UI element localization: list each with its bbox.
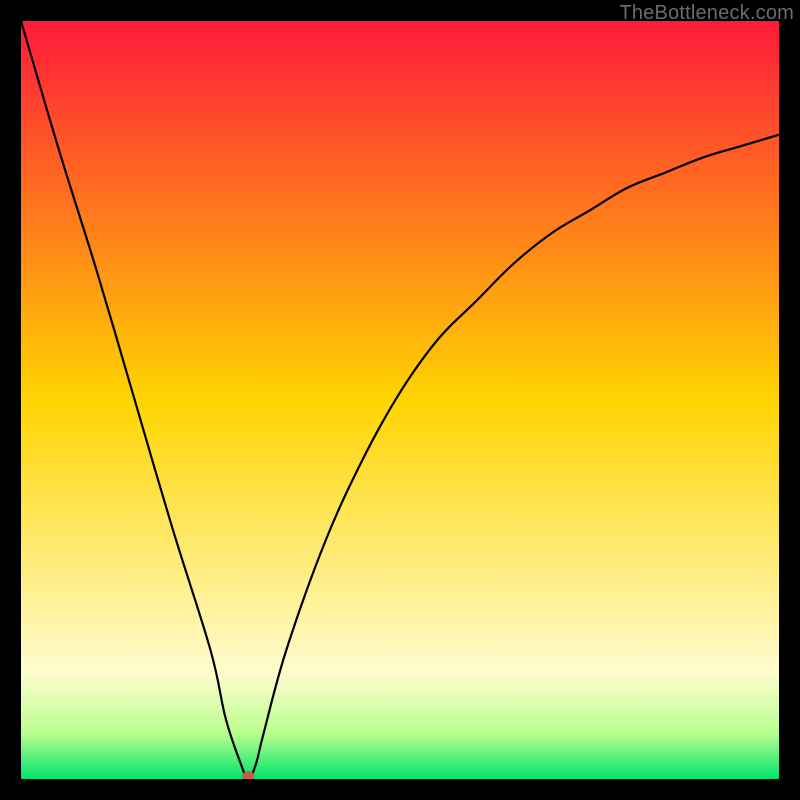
chart-svg <box>21 21 779 779</box>
chart-frame <box>21 21 779 779</box>
watermark-text: TheBottleneck.com <box>619 2 794 25</box>
